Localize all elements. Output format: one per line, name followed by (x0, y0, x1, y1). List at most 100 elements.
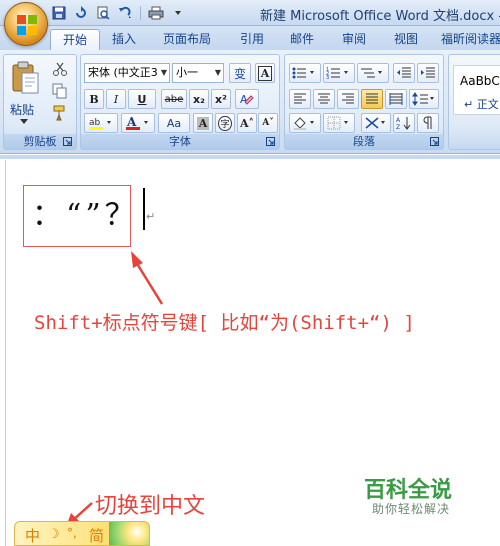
styles-group: AaBbCc ↵ 正文 (448, 54, 500, 150)
save-button[interactable] (50, 4, 68, 22)
font-name-combo[interactable]: 宋体 (中文正3 ▼ (84, 63, 170, 83)
strikethrough-button[interactable]: abe (161, 89, 187, 109)
typed-punctuation: ：“”？ (32, 198, 139, 233)
paste-icon (12, 61, 39, 94)
font-size-combo[interactable]: 小一 ▼ (172, 63, 224, 83)
subscript-button[interactable]: x₂ (189, 89, 209, 109)
phonetic-guide-button[interactable]: 变 (229, 63, 251, 83)
align-right-button[interactable] (337, 89, 359, 109)
office-button[interactable] (4, 2, 48, 46)
shrink-font-button[interactable]: A˅ (258, 113, 278, 133)
text-highlight-button[interactable]: ab (84, 113, 118, 133)
ribbon-tabs: 开始 插入 页面布局 引用 邮件 审阅 视图 福昕阅读器 (0, 26, 500, 50)
decrease-indent-icon (397, 67, 411, 78)
tab-view[interactable]: 视图 (386, 29, 426, 50)
bullets-button[interactable] (289, 63, 321, 83)
increase-indent-button[interactable] (417, 63, 439, 83)
format-painter-button[interactable] (52, 105, 72, 123)
phonetic-guide-icon: 变 (233, 66, 246, 81)
tab-review[interactable]: 审阅 (334, 29, 374, 50)
distributed-icon (389, 93, 403, 105)
subscript-icon: x₂ (193, 92, 205, 106)
ime-chinese-mode[interactable]: 中 (25, 525, 40, 545)
paste-button[interactable]: 粘贴 (8, 59, 42, 129)
enclose-characters-icon: 字 (218, 115, 232, 131)
format-painter-icon (53, 105, 65, 121)
svg-text:A: A (126, 115, 137, 129)
enclose-characters-button[interactable]: 字 (215, 113, 235, 133)
scissors-icon (53, 62, 67, 76)
quick-print-button[interactable] (147, 4, 165, 22)
clear-formatting-button[interactable]: A (235, 89, 259, 109)
dialog-launcher-icon (430, 137, 439, 146)
cut-button[interactable] (52, 61, 72, 79)
align-center-button[interactable] (313, 89, 335, 109)
underline-icon: U (137, 92, 147, 106)
style-name-label: ↵ 正文 (464, 98, 499, 111)
font-size-value: 小一 (176, 66, 198, 79)
copy-button[interactable] (52, 83, 72, 101)
ime-simplified-mode[interactable]: 简 (89, 525, 104, 545)
show-marks-button[interactable] (417, 113, 439, 133)
annotation-ime-note: 切换到中文 (95, 494, 206, 519)
superscript-icon: x² (215, 92, 227, 106)
superscript-button[interactable]: x² (211, 89, 231, 109)
save-icon (52, 6, 66, 20)
underline-button[interactable]: U (128, 89, 156, 109)
font-group: 宋体 (中文正3 ▼ 小一 ▼ 变 A B I U abe x₂ x² A ab… (80, 54, 280, 150)
sort-button[interactable]: AZ (393, 113, 415, 133)
multilevel-list-icon (361, 68, 382, 78)
grow-font-button[interactable]: A˄ (237, 113, 257, 133)
undo-redo-button[interactable] (72, 4, 90, 22)
bold-button[interactable]: B (84, 89, 104, 109)
tab-mailings[interactable]: 邮件 (282, 29, 322, 50)
clipboard-launcher-button[interactable] (63, 137, 73, 147)
italic-button[interactable]: I (106, 89, 126, 109)
align-left-button[interactable] (289, 89, 311, 109)
paragraph-launcher-button[interactable] (430, 137, 440, 147)
numbering-button[interactable]: 123 (323, 63, 355, 83)
change-case-button[interactable]: Aa (158, 113, 190, 133)
ribbon-bottom-strip (0, 155, 500, 159)
borders-icon (327, 116, 348, 130)
justify-button[interactable] (361, 89, 383, 109)
character-border-button[interactable]: A (255, 63, 275, 83)
decrease-indent-button[interactable] (393, 63, 415, 83)
tab-references[interactable]: 引用 (232, 29, 272, 50)
ribbon: 粘贴 剪贴板 宋体 (中文正3 ▼ 小一 ▼ 变 A B I U abe x₂ … (0, 50, 500, 154)
font-group-label: 字体 (81, 134, 279, 149)
customize-qat-button[interactable] (169, 4, 187, 22)
line-spacing-button[interactable] (409, 89, 439, 109)
distributed-button[interactable] (385, 89, 407, 109)
printer-icon (148, 6, 164, 20)
text-cursor (143, 188, 145, 230)
tab-foxit-reader[interactable]: 福昕阅读器 (436, 29, 500, 50)
paragraph-group-label: 段落 (285, 134, 443, 149)
print-preview-button[interactable] (94, 4, 112, 22)
numbered-list-icon: 123 (326, 67, 348, 80)
bullet-list-icon (292, 67, 314, 79)
align-right-icon (342, 93, 354, 104)
tab-page-layout[interactable]: 页面布局 (152, 29, 222, 50)
font-color-button[interactable]: A (121, 113, 155, 133)
font-name-value: 宋体 (中文正3 (88, 66, 158, 79)
multilevel-list-button[interactable] (357, 63, 389, 83)
ime-half-width-icon[interactable]: ☽ (48, 527, 60, 542)
tab-insert[interactable]: 插入 (104, 29, 144, 50)
character-shading-button[interactable]: A (193, 113, 213, 133)
font-color-icon: A (126, 115, 148, 130)
tab-home[interactable]: 开始 (50, 29, 100, 50)
shading-button[interactable] (289, 113, 321, 133)
ime-status-bar[interactable]: 中 ☽ °, 简 (14, 521, 150, 546)
office-logo-icon (17, 15, 37, 35)
chevron-down-icon: ▼ (160, 68, 167, 77)
font-launcher-button[interactable] (266, 137, 276, 147)
style-normal[interactable]: AaBbCc ↵ 正文 (453, 65, 500, 115)
page-edge (5, 160, 6, 546)
borders-button[interactable] (323, 113, 355, 133)
quick-access-toolbar (50, 4, 187, 22)
clipboard-group: 粘贴 剪贴板 (3, 54, 77, 150)
ime-punctuation-icon[interactable]: °, (67, 526, 77, 540)
undo-button[interactable] (116, 4, 134, 22)
chinese-layout-button[interactable] (361, 113, 391, 133)
